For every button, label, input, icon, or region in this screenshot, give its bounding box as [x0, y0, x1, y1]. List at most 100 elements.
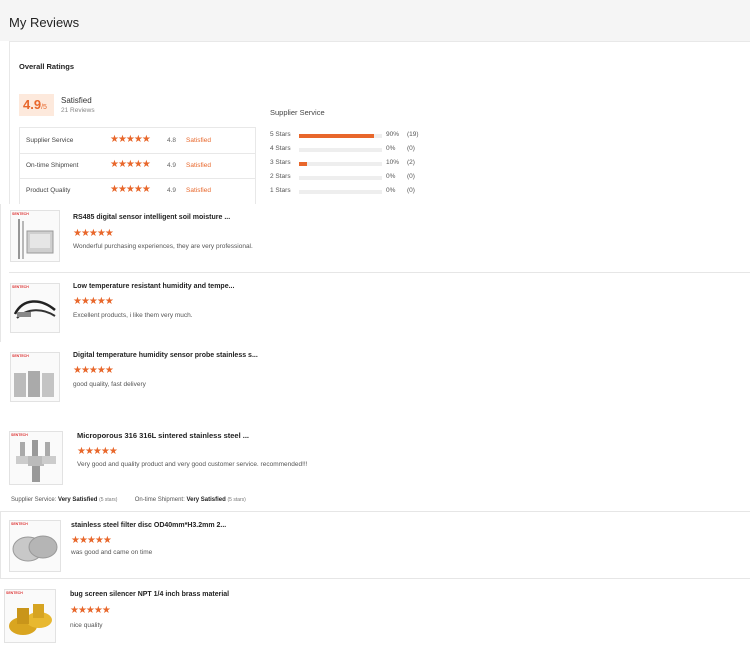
review-item: SENTECH Digital temperature humidity sen… — [0, 342, 750, 410]
on-time-shipment-stars: (5 stars) — [227, 497, 246, 503]
metric-row-product-quality: Product Quality ★★★★★ 4.9 Satisfied — [20, 178, 255, 203]
review-item: SENTECH stainless steel filter disc OD40… — [0, 512, 750, 578]
review-text: Very good and quality product and very g… — [77, 461, 308, 468]
distribution-row-1[interactable]: 1 Stars 0% (0) — [270, 187, 430, 199]
star-rating-icon: ★★★★★ — [73, 365, 114, 376]
distribution-bar — [299, 176, 382, 180]
review-text: was good and came on time — [71, 549, 153, 556]
humidity-probe-image — [13, 300, 56, 319]
review-item: SENTECH bug screen silencer NPT 1/4 inch… — [0, 579, 750, 656]
distribution-percent: 0% — [386, 187, 396, 194]
sintered-filter-thumbnail[interactable]: SENTECH — [9, 431, 63, 485]
distribution-bar-fill — [299, 162, 308, 166]
supplier-service-title: Supplier Service — [270, 108, 325, 117]
star-rating-icon: ★★★★★ — [110, 159, 151, 170]
soil-sensor-thumbnail[interactable]: SENTECH — [10, 210, 60, 262]
metric-score: 4.8 — [167, 137, 177, 144]
distribution-label: 2 Stars — [270, 173, 291, 180]
distribution-label: 4 Stars — [270, 145, 291, 152]
metric-name: Supplier Service — [26, 137, 74, 144]
metric-name: On-time Shipment — [26, 162, 79, 169]
review-service-detail: Supplier Service: Very Satisfied (5 star… — [11, 497, 246, 503]
overall-score: 4.9 — [23, 97, 42, 112]
distribution-label: 5 Stars — [270, 131, 291, 138]
brass-silencer-image — [9, 604, 52, 635]
metric-row-on-time-shipment: On-time Shipment ★★★★★ 4.9 Satisfied — [20, 153, 255, 179]
distribution-count: (19) — [407, 131, 419, 138]
metric-row-supplier-service: Supplier Service ★★★★★ 4.8 Satisfied — [20, 128, 255, 154]
metric-score: 4.9 — [167, 187, 177, 194]
distribution-row-3[interactable]: 3 Stars 10% (2) — [270, 159, 430, 171]
brass-silencer-thumbnail[interactable]: SENTECH — [4, 589, 56, 643]
metric-table: Supplier Service ★★★★★ 4.8 Satisfied On-… — [19, 127, 256, 205]
review-text: nice quality — [70, 622, 103, 629]
distribution-count: (0) — [407, 187, 415, 194]
distribution-count: (0) — [407, 145, 415, 152]
metric-status: Satisfied — [186, 187, 211, 194]
soil-sensor-image — [18, 219, 54, 259]
thumbnail-brand: SENTECH — [11, 522, 28, 526]
stainless-probe-thumbnail[interactable]: SENTECH — [10, 352, 60, 402]
overall-score-badge: 4.9/5 — [19, 94, 54, 116]
distribution-count: (0) — [407, 173, 415, 180]
star-rating-icon: ★★★★★ — [110, 134, 151, 145]
star-rating-icon: ★★★★★ — [70, 605, 111, 616]
thumbnail-brand: SENTECH — [12, 354, 29, 358]
overall-ratings-label: Overall Ratings — [19, 62, 75, 71]
product-title-link[interactable]: RS485 digital sensor intelligent soil mo… — [73, 214, 230, 221]
product-title-link[interactable]: bug screen silencer NPT 1/4 inch brass m… — [70, 591, 229, 598]
header-band — [0, 0, 750, 41]
distribution-percent: 0% — [386, 145, 396, 152]
distribution-row-2[interactable]: 2 Stars 0% (0) — [270, 173, 430, 185]
distribution-row-4[interactable]: 4 Stars 0% (0) — [270, 145, 430, 157]
metric-status: Satisfied — [186, 162, 211, 169]
product-title-link[interactable]: Microporous 316 316L sintered stainless … — [77, 431, 249, 440]
on-time-shipment-label: On-time Shipment: — [134, 497, 185, 503]
stainless-probe-image — [14, 371, 54, 397]
star-rating-icon: ★★★★★ — [71, 535, 112, 546]
distribution-bar — [299, 190, 382, 194]
distribution-row-5[interactable]: 5 Stars 90% (19) — [270, 131, 430, 143]
sintered-filter-image — [16, 440, 56, 482]
distribution-bar — [299, 148, 382, 152]
review-item: SENTECH RS485 digital sensor intelligent… — [0, 204, 750, 272]
distribution-bar — [299, 162, 382, 166]
on-time-shipment-value: Very Satisfied — [186, 497, 226, 503]
product-title-link[interactable]: Low temperature resistant humidity and t… — [73, 283, 234, 290]
distribution-percent: 0% — [386, 173, 396, 180]
distribution-label: 1 Stars — [270, 187, 291, 194]
overall-summary: Satisfied — [61, 96, 92, 105]
thumbnail-brand: SENTECH — [11, 433, 28, 437]
star-rating-icon: ★★★★★ — [73, 228, 114, 239]
star-rating-icon: ★★★★★ — [73, 296, 114, 307]
metric-status: Satisfied — [186, 137, 211, 144]
product-title-link[interactable]: stainless steel filter disc OD40mm*H3.2m… — [71, 522, 226, 529]
reviews-count[interactable]: 21 Reviews — [61, 107, 95, 114]
thumbnail-brand: SENTECH — [12, 212, 29, 216]
review-text: good quality, fast delivery — [73, 381, 146, 388]
metric-score: 4.9 — [167, 162, 177, 169]
humidity-probe-cable-thumbnail[interactable]: SENTECH — [10, 283, 60, 333]
score-suffix: /5 — [41, 104, 47, 111]
review-item: SENTECH Low temperature resistant humidi… — [0, 273, 750, 341]
distribution-percent: 10% — [386, 159, 400, 166]
distribution-bar-fill — [299, 134, 374, 138]
star-rating-icon: ★★★★★ — [110, 184, 151, 195]
distribution-count: (2) — [407, 159, 415, 166]
star-rating-icon: ★★★★★ — [77, 446, 118, 457]
page-title: My Reviews — [9, 15, 80, 30]
distribution-bar — [299, 134, 382, 138]
supplier-service-value: Very Satisfied — [58, 497, 98, 503]
divider — [0, 512, 1, 578]
metric-name: Product Quality — [26, 187, 71, 194]
review-text: Wonderful purchasing experiences, they a… — [73, 243, 253, 250]
supplier-service-stars: (5 stars) — [99, 497, 118, 503]
review-text: Excellent products, i like them very muc… — [73, 312, 193, 319]
thumbnail-brand: SENTECH — [12, 285, 29, 289]
distribution-percent: 90% — [386, 131, 400, 138]
supplier-service-label: Supplier Service: — [11, 497, 57, 503]
filter-disc-thumbnail[interactable]: SENTECH — [9, 520, 61, 572]
product-title-link[interactable]: Digital temperature humidity sensor prob… — [73, 352, 258, 359]
thumbnail-brand: SENTECH — [6, 591, 23, 595]
distribution-label: 3 Stars — [270, 159, 291, 166]
